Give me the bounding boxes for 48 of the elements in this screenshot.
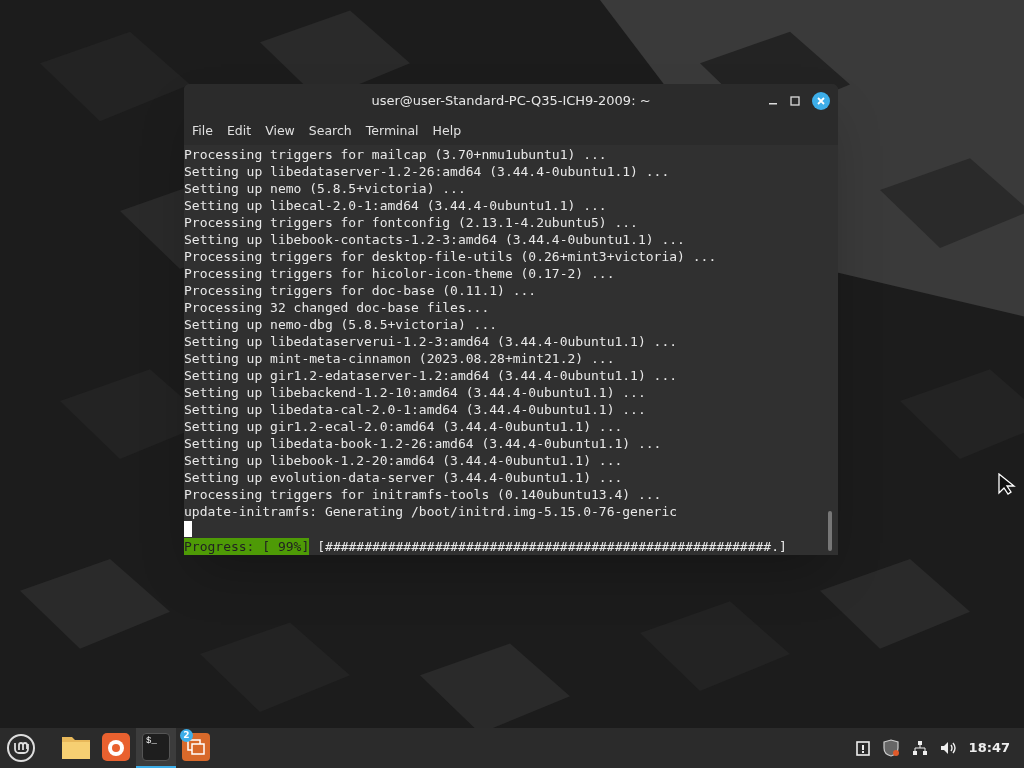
terminal-line: Processing triggers for doc-base (0.11.1) ... xyxy=(184,282,537,299)
terminal-line: update-initramfs: Generating /boot/initrd.img-5.15.0-76-generic xyxy=(184,503,678,520)
clipboard-icon[interactable] xyxy=(855,740,870,756)
menu-item[interactable]: Edit xyxy=(221,122,257,141)
maximize-icon[interactable] xyxy=(790,96,800,106)
text-cursor xyxy=(184,521,192,537)
window-count-badge: 2 xyxy=(180,729,193,742)
terminal-line: Processing triggers for mailcap (3.70+nmu1ubuntu1) ... xyxy=(184,146,607,163)
terminal-line: Setting up libedataserverui-1.2-3:amd64 (3.44.4-0ubuntu1.1) ... xyxy=(184,333,678,350)
terminal-line: Processing 32 changed doc-base files... xyxy=(184,299,490,316)
menu-item[interactable]: File xyxy=(187,122,218,141)
terminal-line: Setting up gir1.2-edataserver-1.2:amd64 (3.44.4-0ubuntu1.1) ... xyxy=(184,367,678,384)
menu-item[interactable]: View xyxy=(260,122,300,141)
menu-icon[interactable] xyxy=(6,733,36,763)
terminal-line: Setting up libecal-2.0-1:amd64 (3.44.4-0ubuntu1.1) ... xyxy=(184,197,607,214)
terminal-line: Setting up libedataserver-1.2-26:amd64 (3.44.4-0ubuntu1.1) ... xyxy=(184,163,670,180)
windows-icon[interactable] xyxy=(182,733,210,761)
progress-text: [#########################################################.] xyxy=(317,538,787,555)
terminal-line: Setting up libedata-cal-2.0-1:amd64 (3.44.4-0ubuntu1.1) ... xyxy=(184,401,646,418)
terminal-line: Processing triggers for desktop-file-utils (0.26+mint3+victoria) ... xyxy=(184,248,717,265)
menu-item[interactable]: Help xyxy=(427,122,467,141)
terminal-icon[interactable]: $_ xyxy=(142,733,170,761)
terminal-line: Setting up libebook-1.2-20:amd64 (3.44.4-0ubuntu1.1) ... xyxy=(184,452,623,469)
scrollbar[interactable] xyxy=(828,511,832,551)
terminal-line: Setting up gir1.2-ecal-2.0:amd64 (3.44.4-0ubuntu1.1) ... xyxy=(184,418,623,435)
terminal-line: Setting up mint-meta-cinnamon (2023.08.28+mint21.2) ... xyxy=(184,350,615,367)
mouse-pointer-icon xyxy=(998,473,1016,495)
menu-item[interactable]: Search xyxy=(303,122,357,141)
terminal-line: Processing triggers for initramfs-tools (0.140ubuntu13.4) ... xyxy=(184,486,662,503)
terminal-line: Setting up libebackend-1.2-10:amd64 (3.44.4-0ubuntu1.1) ... xyxy=(184,384,646,401)
terminal-line: Setting up libebook-contacts-1.2-3:amd64 (3.44.4-0ubuntu1.1) ... xyxy=(184,231,685,248)
volume-icon[interactable] xyxy=(939,741,957,755)
terminal-line: Processing triggers for fontconfig (2.13.1-4.2ubuntu5) ... xyxy=(184,214,638,231)
close-icon[interactable] xyxy=(812,92,830,110)
clock[interactable]: 18:47 xyxy=(968,738,1010,758)
taskbar-button[interactable]: $_ xyxy=(136,728,176,768)
browser-icon[interactable] xyxy=(102,733,130,761)
window-title: user@user-Standard-PC-Q35-ICH9-2009: ~ xyxy=(371,92,651,111)
terminal-line: Setting up evolution-data-server (3.44.4-0ubuntu1.1) ... xyxy=(184,469,623,486)
terminal-line: Setting up libedata-book-1.2-26:amd64 (3.44.4-0ubuntu1.1) ... xyxy=(184,435,662,452)
shield-icon[interactable] xyxy=(881,739,900,757)
terminal-line: Processing triggers for hicolor-icon-theme (0.17-2) ... xyxy=(184,265,615,282)
terminal-line: Setting up nemo-dbg (5.8.5+victoria) ... xyxy=(184,316,498,333)
progress-label: Progress: [ 99%] xyxy=(184,538,310,555)
folder-icon[interactable] xyxy=(61,734,91,760)
terminal-line: Setting up nemo (5.8.5+victoria) ... xyxy=(184,180,466,197)
menu-item[interactable]: Terminal xyxy=(360,122,424,141)
network-icon[interactable] xyxy=(911,740,928,756)
